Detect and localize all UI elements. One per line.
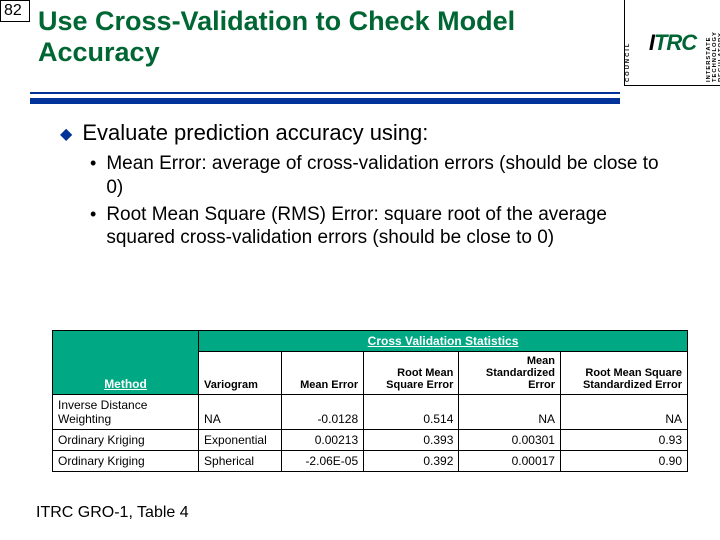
logo-council-text: COUNCIL	[625, 0, 639, 85]
cell-rmsse: 0.90	[560, 451, 687, 472]
bullet-text: Mean Error: average of cross-validation …	[106, 152, 680, 198]
logo-right-text: INTERSTATE TECHNOLOGY REGULATORY	[706, 0, 720, 85]
bullet-level2: • Root Mean Square (RMS) Error: square r…	[90, 203, 680, 249]
table-row: Ordinary Kriging Spherical -2.06E-05 0.3…	[53, 451, 688, 472]
cell-mse: 0.00017	[459, 451, 561, 472]
content-body: ◆ Evaluate prediction accuracy using: • …	[60, 120, 680, 253]
cell-mean-error: 0.00213	[281, 430, 364, 451]
col-header-variogram: Variogram	[199, 352, 282, 395]
bullet-level2: • Mean Error: average of cross-validatio…	[90, 152, 680, 198]
col-header-rmsse: Root Mean Square Standardized Error	[560, 352, 687, 395]
slide-title: Use Cross-Validation to Check Model Accu…	[38, 6, 610, 68]
cell-method: Inverse Distance Weighting	[53, 395, 199, 430]
page-number: 82	[0, 0, 30, 22]
cell-rmse: 0.392	[364, 451, 459, 472]
table-row: Inverse Distance Weighting NA -0.0128 0.…	[53, 395, 688, 430]
col-header-method: Method	[53, 331, 199, 395]
itrc-logo: COUNCIL ITRC INTERSTATE TECHNOLOGY REGUL…	[624, 0, 720, 86]
cell-mean-error: -2.06E-05	[281, 451, 364, 472]
cell-mse: NA	[459, 395, 561, 430]
cell-variogram: Exponential	[199, 430, 282, 451]
slide: 82 Use Cross-Validation to Check Model A…	[0, 0, 720, 540]
cell-variogram: NA	[199, 395, 282, 430]
col-header-mean-error: Mean Error	[281, 352, 364, 395]
cell-rmse: 0.514	[364, 395, 459, 430]
cell-method: Ordinary Kriging	[53, 430, 199, 451]
dot-bullet-icon: •	[90, 205, 96, 223]
cell-method: Ordinary Kriging	[53, 451, 199, 472]
bullet-text: Root Mean Square (RMS) Error: square roo…	[106, 203, 680, 249]
cv-table-area: Method Cross Validation Statistics Vario…	[52, 330, 688, 472]
dot-bullet-icon: •	[90, 154, 96, 172]
table-row: Ordinary Kriging Exponential 0.00213 0.3…	[53, 430, 688, 451]
cell-rmsse: NA	[560, 395, 687, 430]
source-citation: ITRC GRO-1, Table 4	[36, 504, 189, 522]
logo-core: ITRC	[639, 0, 706, 85]
title-rule-thick	[30, 98, 620, 104]
col-header-rmse: Root Mean Square Error	[364, 352, 459, 395]
cell-variogram: Spherical	[199, 451, 282, 472]
cell-mean-error: -0.0128	[281, 395, 364, 430]
cell-mse: 0.00301	[459, 430, 561, 451]
title-area: Use Cross-Validation to Check Model Accu…	[38, 6, 610, 68]
bullet-text: Evaluate prediction accuracy using:	[82, 120, 428, 146]
cv-table: Method Cross Validation Statistics Vario…	[52, 330, 688, 472]
title-rule-thin	[30, 92, 620, 94]
bullet-level1: ◆ Evaluate prediction accuracy using:	[60, 120, 680, 146]
col-header-mse: Mean Standardized Error	[459, 352, 561, 395]
cell-rmsse: 0.93	[560, 430, 687, 451]
table-header-row: Method Cross Validation Statistics	[53, 331, 688, 352]
diamond-bullet-icon: ◆	[60, 124, 72, 144]
col-header-span: Cross Validation Statistics	[199, 331, 688, 352]
cell-rmse: 0.393	[364, 430, 459, 451]
